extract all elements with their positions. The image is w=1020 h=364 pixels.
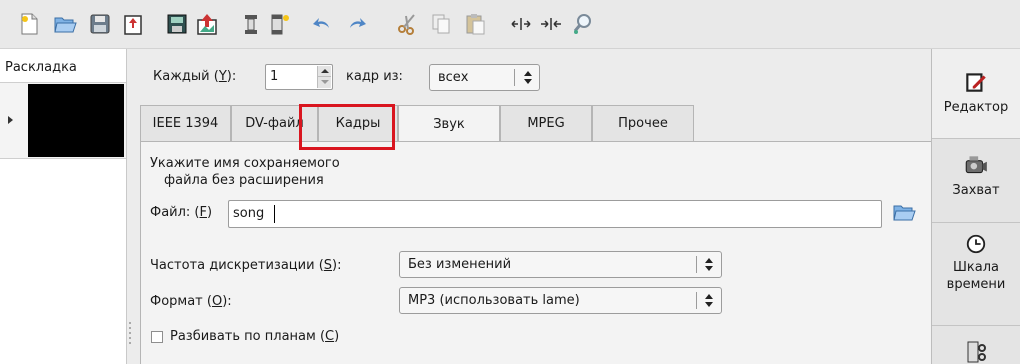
scissors-film-icon	[967, 341, 986, 363]
frame-of-value: всех	[438, 70, 469, 85]
export-tabs: IEEE 1394 DV-файл Кадры Звук MPEG Прочее	[140, 105, 720, 142]
redo-icon[interactable]	[342, 9, 372, 39]
format-label: Формат (O):	[150, 294, 232, 309]
file-label: Файл: (F)	[150, 205, 213, 220]
toolbar	[0, 0, 1020, 49]
tab-frames[interactable]: Кадры	[318, 105, 398, 141]
sample-rate-value: Без изменений	[408, 257, 512, 272]
scene-thumbnail[interactable]	[28, 84, 124, 157]
publish-icon[interactable]	[192, 9, 222, 39]
export-icon[interactable]	[118, 9, 148, 39]
sample-rate-label: Частота дискретизации (S):	[150, 258, 342, 273]
compress-timeline-icon[interactable]	[536, 9, 566, 39]
every-frame-value: 1	[270, 69, 279, 84]
every-frame-spinbox[interactable]: 1	[265, 64, 333, 90]
insert-frame-icon[interactable]	[265, 9, 295, 39]
every-label: Каждый (Y):	[153, 69, 237, 84]
current-scene-marker-icon	[8, 116, 13, 124]
frame-of-combo[interactable]: всех	[429, 64, 540, 91]
trim-mode-button[interactable]	[932, 326, 1020, 364]
paste-icon[interactable]	[460, 9, 490, 39]
tab-ieee1394[interactable]: IEEE 1394	[140, 105, 231, 141]
editor-label: Редактор	[943, 100, 1009, 115]
storyboard-panel: Раскладка	[0, 49, 127, 364]
tab-mpeg[interactable]: MPEG	[500, 105, 592, 141]
split-scene-icon[interactable]	[236, 9, 266, 39]
capture-label: Захват	[952, 183, 1000, 198]
text-caret	[274, 205, 275, 223]
browse-folder-icon[interactable]	[892, 200, 918, 226]
combo-arrows-icon	[524, 71, 532, 85]
save-frame-icon[interactable]	[162, 9, 192, 39]
tab-other[interactable]: Прочее	[592, 105, 694, 141]
instruction-line-2: файла без расширения	[164, 173, 324, 188]
sample-rate-combo[interactable]: Без изменений	[399, 251, 722, 278]
format-combo[interactable]: MP3 (использовать lame)	[399, 287, 722, 314]
tab-sound[interactable]: Звук	[398, 105, 500, 142]
pane-grip-handle[interactable]	[128, 322, 132, 352]
combo-arrows-icon	[705, 258, 713, 272]
tab-dv-file[interactable]: DV-файл	[231, 105, 318, 141]
file-name-value: song	[233, 206, 265, 221]
spin-up-arrow-icon[interactable]	[317, 66, 331, 77]
file-name-input[interactable]: song	[228, 200, 882, 228]
zoom-icon[interactable]	[568, 9, 598, 39]
mode-sidebar: Редактор Захват Шкала времени	[931, 49, 1020, 364]
editor-icon	[966, 73, 986, 92]
timeline-mode-button[interactable]: Шкала времени	[932, 223, 1020, 326]
export-panel: Каждый (Y): 1 кадр из: всех IEEE 1394 DV…	[133, 49, 931, 364]
spin-down-arrow-icon[interactable]	[317, 77, 331, 88]
storyboard-title: Раскладка	[5, 60, 77, 75]
save-icon[interactable]	[85, 9, 115, 39]
expand-timeline-icon[interactable]	[506, 9, 536, 39]
capture-mode-button[interactable]: Захват	[932, 139, 1020, 223]
split-by-scenes-checkbox[interactable]	[151, 331, 163, 343]
open-folder-icon[interactable]	[50, 9, 80, 39]
instruction-line-1: Укажите имя сохраняемого	[150, 156, 340, 171]
scene-row[interactable]	[0, 82, 126, 159]
cut-icon[interactable]	[392, 9, 422, 39]
copy-icon[interactable]	[426, 9, 456, 39]
format-value: MP3 (использовать lame)	[408, 293, 580, 308]
editor-mode-button[interactable]: Редактор	[932, 49, 1020, 139]
combo-arrows-icon	[705, 294, 713, 308]
camera-icon	[965, 156, 987, 174]
split-by-scenes-label[interactable]: Разбивать по планам (C)	[170, 329, 339, 344]
clock-icon	[966, 234, 986, 254]
frame-of-label: кадр из:	[346, 69, 403, 84]
timeline-label: Шкала времени	[946, 260, 1006, 292]
undo-icon[interactable]	[307, 9, 337, 39]
new-file-icon[interactable]	[14, 9, 44, 39]
